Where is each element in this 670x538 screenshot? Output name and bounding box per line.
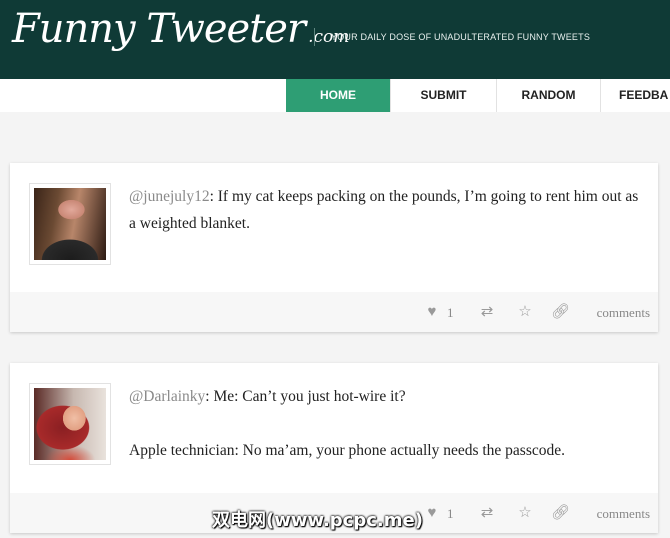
tweet-body: : Me: Can’t you just hot-wire it? (205, 388, 406, 405)
retweet-icon[interactable]: ⇄ (478, 505, 496, 521)
tweet-text: @junejuly12: If my cat keeps packing on … (129, 183, 639, 237)
tweet-text: @Darlainky: Me: Can’t you just hot-wire … (129, 383, 639, 491)
retweet-icon[interactable]: ⇄ (478, 304, 496, 320)
avatar-image (34, 388, 106, 460)
nav-random[interactable]: RANDOM (496, 79, 600, 112)
logo-main-text: Funny Tweeter (12, 6, 306, 52)
tweet-handle[interactable]: @Darlainky (129, 388, 205, 405)
nav-submit[interactable]: SUBMIT (390, 79, 496, 112)
tweet-line: Apple technician: No ma’am, your phone a… (129, 442, 566, 459)
link-icon[interactable]: 🔗︎ (551, 505, 570, 521)
avatar[interactable] (29, 183, 111, 265)
star-icon[interactable]: ☆ (516, 304, 534, 320)
link-icon[interactable]: 🔗︎ (551, 304, 570, 320)
main-nav: HOME SUBMIT RANDOM FEEDBA (286, 79, 670, 112)
watermark-text: 双电网(www.pcpc.me) (212, 510, 423, 531)
star-icon[interactable]: ☆ (516, 505, 534, 521)
tweet-card: @junejuly12: If my cat keeps packing on … (10, 163, 658, 332)
heart-icon[interactable]: ♥ (423, 505, 441, 521)
nav-feedback[interactable]: FEEDBA (600, 79, 670, 112)
comments-link[interactable]: comments (597, 506, 650, 522)
heart-icon[interactable]: ♥ (423, 304, 441, 320)
site-logo[interactable]: Funny Tweeter .com (12, 6, 349, 52)
tweet-line: @Darlainky: Me: Can’t you just hot-wire … (129, 383, 639, 410)
like-count: 1 (447, 506, 454, 521)
like-count: 1 (447, 305, 454, 320)
comments-link[interactable]: comments (597, 305, 650, 321)
tweet-footer: ♥ 1 ⇄ ☆ 🔗︎ comments (10, 292, 658, 332)
site-tagline: YOUR DAILY DOSE OF UNADULTERATED FUNNY T… (331, 32, 591, 42)
header-divider (314, 28, 315, 46)
nav-home[interactable]: HOME (286, 79, 390, 112)
tweet-handle[interactable]: @junejuly12 (129, 188, 210, 205)
avatar[interactable] (29, 383, 111, 465)
avatar-image (34, 188, 106, 260)
site-header: Funny Tweeter .com YOUR DAILY DOSE OF UNA… (0, 0, 670, 79)
